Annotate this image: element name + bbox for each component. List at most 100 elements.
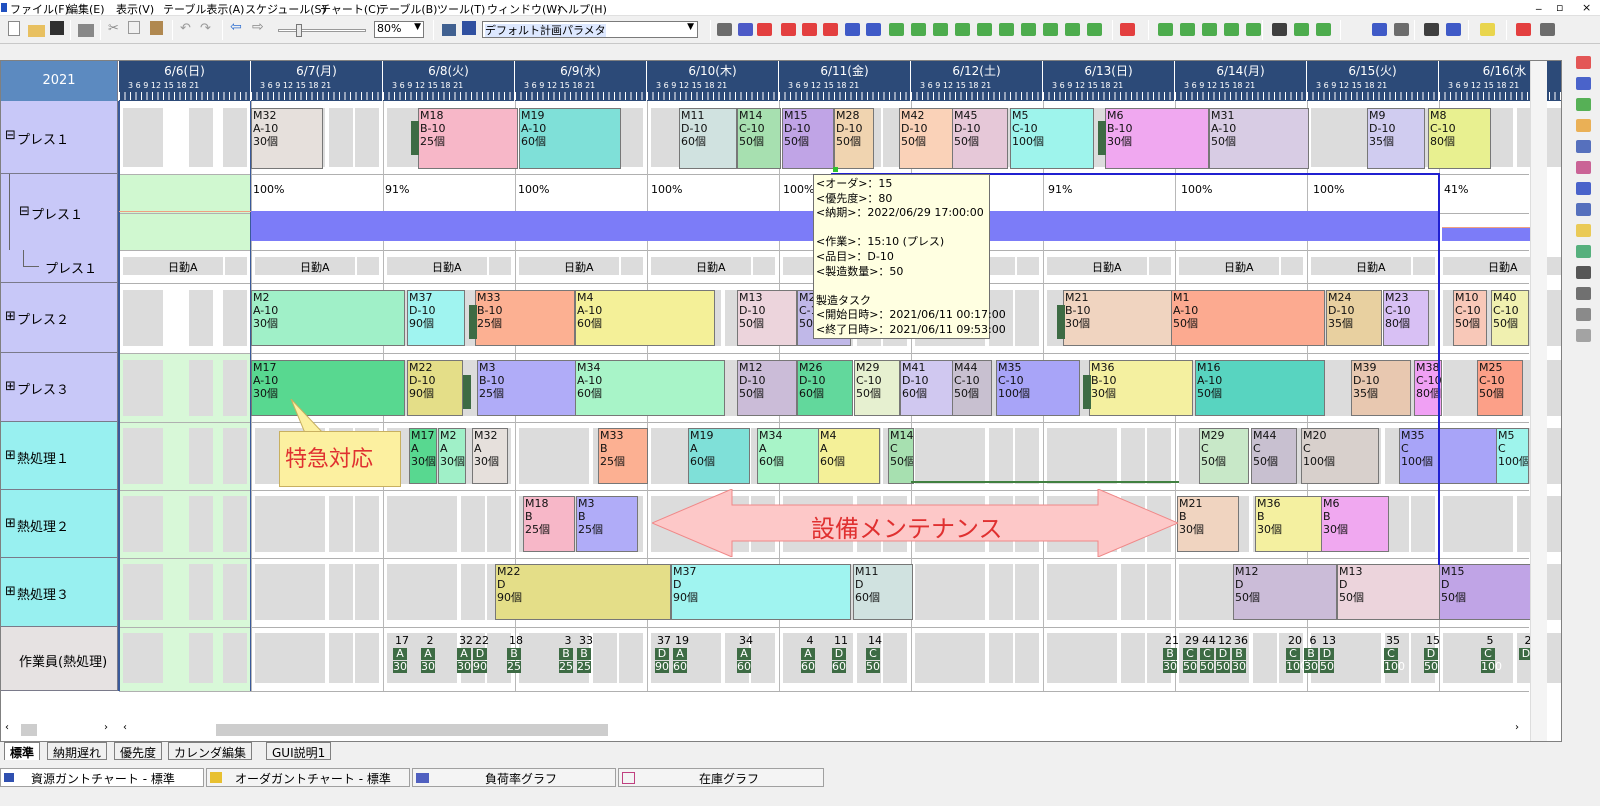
tool-n-icon[interactable] <box>1021 23 1036 36</box>
worker-assignment[interactable]: 33 B 25 <box>577 635 595 673</box>
tool-z-icon[interactable] <box>1316 23 1331 36</box>
tool-o-icon[interactable] <box>1043 23 1058 36</box>
press2-task-bar[interactable]: M24 D-10 35個 <box>1326 290 1382 346</box>
heat1-task-bar[interactable]: M44 C 50個 <box>1251 428 1297 484</box>
press3-task-bar[interactable]: M41 D-10 60個 <box>900 360 954 416</box>
worker-assignment[interactable]: 14 C 50 <box>866 635 884 673</box>
main-scroll-right[interactable]: › <box>1515 722 1519 733</box>
press2-task-bar[interactable]: M33 B-10 25個 <box>475 290 575 346</box>
tool-ab-icon[interactable] <box>1394 23 1409 36</box>
press3-task-bar[interactable]: M3 B-10 25個 <box>477 360 577 416</box>
worker-assignment[interactable]: 22 D 90 <box>473 635 491 673</box>
heat2-task-bar[interactable]: M18 B 25個 <box>523 496 575 552</box>
press1-task-bar[interactable]: M31 A-10 50個 <box>1209 108 1309 169</box>
side-tool-icon[interactable] <box>1576 98 1591 111</box>
worker-assignment[interactable]: 5 C 100 <box>1481 635 1502 673</box>
main-scrollbar-thumb[interactable] <box>216 724 608 736</box>
menu-edit[interactable]: 編集(E) <box>67 1 105 17</box>
tool-s-icon[interactable] <box>1158 23 1173 36</box>
tool-t-icon[interactable] <box>1180 23 1195 36</box>
undo-icon[interactable]: ↶ <box>180 21 197 38</box>
restore-button[interactable]: ▫ <box>1556 1 1563 14</box>
tab-late[interactable]: 納期遅れ <box>47 742 108 760</box>
side-tool-icon[interactable] <box>1576 182 1591 195</box>
worker-assignment[interactable]: 29 C 50 <box>1183 635 1201 673</box>
row-label-heat2[interactable]: ⊞ 熱処理２ <box>1 490 118 558</box>
tool-q-icon[interactable] <box>1087 23 1102 36</box>
press3-task-bar[interactable]: M35 C-10 100個 <box>996 360 1080 416</box>
tool-ad-icon[interactable] <box>1446 23 1461 36</box>
tool-w-icon[interactable] <box>1246 23 1261 36</box>
press2-task-bar[interactable]: M1 A-10 50個 <box>1171 290 1325 346</box>
tool-m-icon[interactable] <box>999 23 1014 36</box>
tool-r-icon[interactable] <box>1120 23 1135 36</box>
row-label-heat3[interactable]: ⊞ 熱処理３ <box>1 558 118 627</box>
heat3-task-bar[interactable]: M12 D 50個 <box>1233 564 1337 620</box>
press3-task-bar[interactable]: M44 C-10 50個 <box>952 360 992 416</box>
expand-icon[interactable]: ⊞ <box>5 584 16 599</box>
row-label-press1[interactable]: ⊟ プレス１ <box>1 101 118 174</box>
menu-table-view[interactable]: テーブル表示(A) <box>163 1 244 17</box>
window-tab-inventory-graph[interactable]: 在庫グラフ <box>618 768 824 787</box>
side-tool-icon[interactable] <box>1576 266 1591 279</box>
side-tool-icon[interactable] <box>1576 140 1591 153</box>
press3-task-bar[interactable]: M16 A-10 50個 <box>1195 360 1325 416</box>
main-scroll-left[interactable]: ‹ <box>123 722 127 733</box>
worker-assignment[interactable]: 36 B 30 <box>1232 635 1250 673</box>
tool-aa-icon[interactable] <box>1372 23 1387 36</box>
expand-icon[interactable]: ⊟ <box>5 128 16 143</box>
side-tool-icon[interactable] <box>1576 77 1591 90</box>
tool-af-icon[interactable] <box>1516 23 1531 36</box>
menu-tools[interactable]: ツール(T) <box>437 1 485 17</box>
heat1-task-bar[interactable]: M32 A 30個 <box>472 428 508 484</box>
side-tool-icon[interactable] <box>1576 287 1591 300</box>
tool-v-icon[interactable] <box>1224 23 1239 36</box>
window-tab-load-graph[interactable]: 負荷率グラフ <box>412 768 616 787</box>
heat2-task-bar[interactable]: M21 B 30個 <box>1177 496 1239 552</box>
new-file-icon[interactable] <box>8 21 20 36</box>
tool-b-icon[interactable] <box>738 23 753 36</box>
heat3-task-bar[interactable]: M37 D 90個 <box>671 564 851 620</box>
tab-gui-explanation[interactable]: GUI説明1 <box>266 742 332 760</box>
worker-assignment[interactable]: 37 D 90 <box>655 635 673 673</box>
menu-window[interactable]: ウィンドウ(W) <box>487 1 561 17</box>
back-arrow-icon[interactable]: ⇦ <box>230 19 247 36</box>
worker-assignment[interactable]: 4 A 60 <box>801 635 819 673</box>
heat1-task-bar[interactable]: M34 A 60個 <box>757 428 819 484</box>
zoom-slider[interactable] <box>278 29 366 32</box>
press1-task-bar[interactable]: M15 D-10 50個 <box>782 108 834 169</box>
press3-task-bar[interactable]: M29 C-10 50個 <box>854 360 900 416</box>
press2-task-bar[interactable]: M37 D-10 90個 <box>407 290 465 346</box>
heat3-task-bar[interactable]: M11 D 60個 <box>853 564 913 620</box>
redo-icon[interactable]: ↷ <box>200 21 217 38</box>
tool-g-icon[interactable] <box>866 23 881 36</box>
cut-icon[interactable]: ✂ <box>108 21 125 38</box>
worker-assignment[interactable]: 35 C 100 <box>1384 635 1405 673</box>
tool-e-icon[interactable] <box>823 23 838 36</box>
window-tab-resource-gantt[interactable]: 資源ガントチャート - 標準 <box>0 768 204 787</box>
tool-c-icon[interactable] <box>781 23 796 36</box>
heat1-task-bar[interactable]: M19 A 60個 <box>688 428 750 484</box>
delete-icon[interactable] <box>757 23 772 36</box>
left-scrollbar-thumb[interactable] <box>21 724 37 736</box>
row-label-press1-resource[interactable]: プレス１ <box>1 250 118 283</box>
tool-ac-icon[interactable] <box>1424 23 1439 36</box>
side-tool-icon[interactable] <box>1576 56 1591 69</box>
press1-task-bar[interactable]: M5 C-10 100個 <box>1010 108 1094 169</box>
press1-task-bar[interactable]: M9 D-10 35個 <box>1367 108 1425 169</box>
press1-task-bar[interactable]: M42 D-10 50個 <box>899 108 953 169</box>
heat1-task-bar[interactable]: M33 B 25個 <box>598 428 648 484</box>
worker-assignment[interactable]: 21 B 30 <box>1163 635 1181 673</box>
side-tool-icon[interactable] <box>1576 203 1591 216</box>
heat2-task-bar[interactable]: M6 B 30個 <box>1321 496 1389 552</box>
expand-icon[interactable]: ⊞ <box>5 379 16 394</box>
press1-task-bar[interactable]: M11 D-10 60個 <box>679 108 737 169</box>
menu-file[interactable]: ファイル(F) <box>10 1 69 17</box>
heat1-task-bar[interactable]: M14 C 50個 <box>888 428 914 484</box>
tab-standard[interactable]: 標準 <box>4 742 41 760</box>
tool-f-icon[interactable] <box>845 23 860 36</box>
row-label-heat1[interactable]: ⊞ 熱処理１ <box>1 422 118 490</box>
row-label-press2[interactable]: ⊞ プレス２ <box>1 283 118 353</box>
param-select[interactable]: デフォルト計画パラメタ ▼ <box>482 21 698 38</box>
press1-task-bar[interactable]: M28 D-10 50個 <box>834 108 874 169</box>
